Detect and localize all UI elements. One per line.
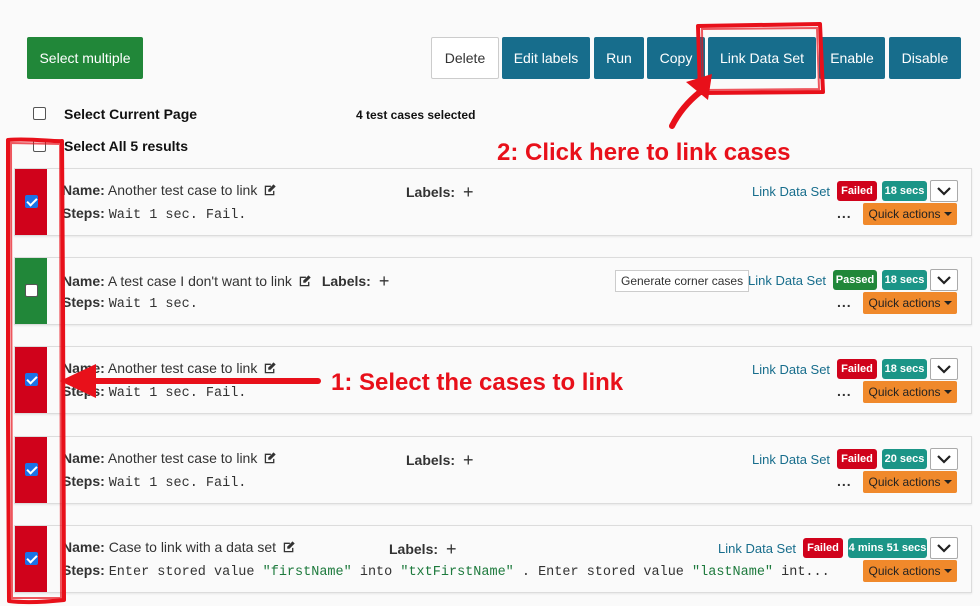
- status-badge: Failed: [837, 449, 877, 469]
- chevron-down-icon: [937, 187, 951, 196]
- chevron-down-icon: [937, 276, 951, 285]
- quick-actions-button[interactable]: Quick actions: [863, 381, 957, 403]
- chevron-down-icon: [937, 365, 951, 374]
- test-case-name[interactable]: Another test case to link: [108, 360, 257, 376]
- row-link-data-set[interactable]: Link Data Set: [748, 273, 826, 288]
- steps-label: Steps:: [62, 473, 105, 489]
- steps-label: Steps:: [62, 562, 105, 578]
- row-checkbox[interactable]: [25, 463, 38, 476]
- expand-button[interactable]: [930, 358, 958, 380]
- labels-label: Labels:: [321, 273, 371, 289]
- edit-labels-button[interactable]: Edit labels: [502, 37, 590, 79]
- row-status-strip: [15, 437, 47, 503]
- row-status-strip: [15, 526, 47, 592]
- test-case-row: Name: Case to link with a data set Steps…: [14, 525, 972, 593]
- expand-button[interactable]: [930, 448, 958, 470]
- add-label-icon[interactable]: +: [463, 450, 474, 470]
- expand-button[interactable]: [930, 269, 958, 291]
- name-label: Name:: [62, 182, 105, 198]
- chevron-down-icon: [937, 455, 951, 464]
- link-data-set-button[interactable]: Link Data Set: [708, 37, 816, 79]
- steps-label: Steps:: [62, 205, 105, 221]
- more-options[interactable]: ...: [837, 473, 852, 489]
- add-label-icon[interactable]: +: [463, 182, 474, 202]
- edit-icon[interactable]: [298, 274, 312, 288]
- row-link-data-set[interactable]: Link Data Set: [752, 184, 830, 199]
- more-options[interactable]: ...: [837, 383, 852, 399]
- quick-actions-button[interactable]: Quick actions: [863, 292, 957, 314]
- select-current-page-label: Select Current Page: [64, 106, 198, 122]
- test-case-steps: Wait 1 sec.: [108, 297, 198, 312]
- status-badge: Failed: [837, 359, 877, 379]
- row-checkbox[interactable]: [25, 284, 38, 297]
- arrow-to-link-button: [669, 89, 703, 129]
- row-checkbox[interactable]: [25, 195, 38, 208]
- labels-label: Labels:: [389, 541, 439, 557]
- steps-label: Steps:: [62, 294, 105, 310]
- duration-badge: 4 mins 51 secs: [848, 538, 927, 558]
- test-case-name[interactable]: Another test case to link: [108, 450, 257, 466]
- test-case-name[interactable]: Another test case to link: [108, 182, 257, 198]
- edit-icon[interactable]: [263, 183, 277, 197]
- labels-label: Labels:: [406, 452, 456, 468]
- test-case-row: Name: A test case I don't want to link L…: [14, 257, 972, 325]
- expand-button[interactable]: [930, 537, 958, 559]
- test-case-name[interactable]: Case to link with a data set: [109, 539, 276, 555]
- edit-icon[interactable]: [263, 361, 277, 375]
- steps-label: Steps:: [62, 383, 105, 399]
- annotation-step-1: 1: Select the cases to link: [331, 369, 624, 396]
- select-current-page-checkbox[interactable]: [33, 107, 46, 120]
- run-button[interactable]: Run: [594, 37, 644, 79]
- select-all-checkbox[interactable]: [33, 139, 46, 152]
- more-options[interactable]: ...: [837, 205, 852, 221]
- more-options[interactable]: ...: [837, 294, 852, 310]
- generate-corner-cases-button[interactable]: Generate corner cases: [615, 270, 750, 292]
- edit-icon[interactable]: [282, 540, 296, 554]
- row-status-strip: [15, 347, 47, 413]
- duration-badge: 18 secs: [882, 181, 927, 201]
- quick-actions-button[interactable]: Quick actions: [863, 560, 957, 582]
- row-checkbox[interactable]: [25, 552, 38, 565]
- test-case-steps: Wait 1 sec. Fail.: [108, 208, 247, 223]
- row-link-data-set[interactable]: Link Data Set: [718, 541, 796, 556]
- name-label: Name:: [62, 450, 105, 466]
- disable-button[interactable]: Disable: [889, 37, 961, 79]
- name-label: Name:: [62, 273, 105, 289]
- chevron-down-icon: [937, 544, 951, 553]
- delete-button[interactable]: Delete: [431, 37, 499, 79]
- duration-badge: 18 secs: [882, 270, 927, 290]
- test-case-steps: Enter stored value "firstName" into "txt…: [108, 565, 830, 580]
- status-badge: Passed: [833, 270, 877, 290]
- row-status-strip: [15, 258, 47, 324]
- quick-actions-button[interactable]: Quick actions: [863, 471, 957, 493]
- select-multiple-button[interactable]: Select multiple: [27, 37, 143, 79]
- enable-button[interactable]: Enable: [819, 37, 885, 79]
- quick-actions-button[interactable]: Quick actions: [863, 203, 957, 225]
- add-label-icon[interactable]: +: [379, 271, 390, 291]
- labels-label: Labels:: [406, 184, 456, 200]
- annotation-step-2: 2: Click here to link cases: [497, 139, 791, 166]
- test-case-row: Name: Another test case to link Steps: W…: [14, 436, 972, 504]
- add-label-icon[interactable]: +: [446, 539, 457, 559]
- expand-button[interactable]: [930, 180, 958, 202]
- row-checkbox[interactable]: [25, 373, 38, 386]
- test-case-row: Name: Another test case to link Steps: W…: [14, 168, 972, 236]
- name-label: Name:: [62, 360, 105, 376]
- name-label: Name:: [62, 539, 105, 555]
- row-status-strip: [15, 169, 47, 235]
- edit-icon[interactable]: [263, 451, 277, 465]
- status-badge: Failed: [837, 181, 877, 201]
- row-link-data-set[interactable]: Link Data Set: [752, 362, 830, 377]
- test-case-steps: Wait 1 sec. Fail.: [108, 386, 247, 401]
- test-case-name[interactable]: A test case I don't want to link: [108, 273, 292, 289]
- row-link-data-set[interactable]: Link Data Set: [752, 452, 830, 467]
- duration-badge: 18 secs: [882, 359, 927, 379]
- copy-button[interactable]: Copy: [647, 37, 705, 79]
- duration-badge: 20 secs: [882, 449, 927, 469]
- select-all-label: Select All 5 results: [64, 138, 188, 154]
- test-case-steps: Wait 1 sec. Fail.: [108, 476, 247, 491]
- selected-count: 4 test cases selected: [356, 108, 476, 122]
- status-badge: Failed: [803, 538, 843, 558]
